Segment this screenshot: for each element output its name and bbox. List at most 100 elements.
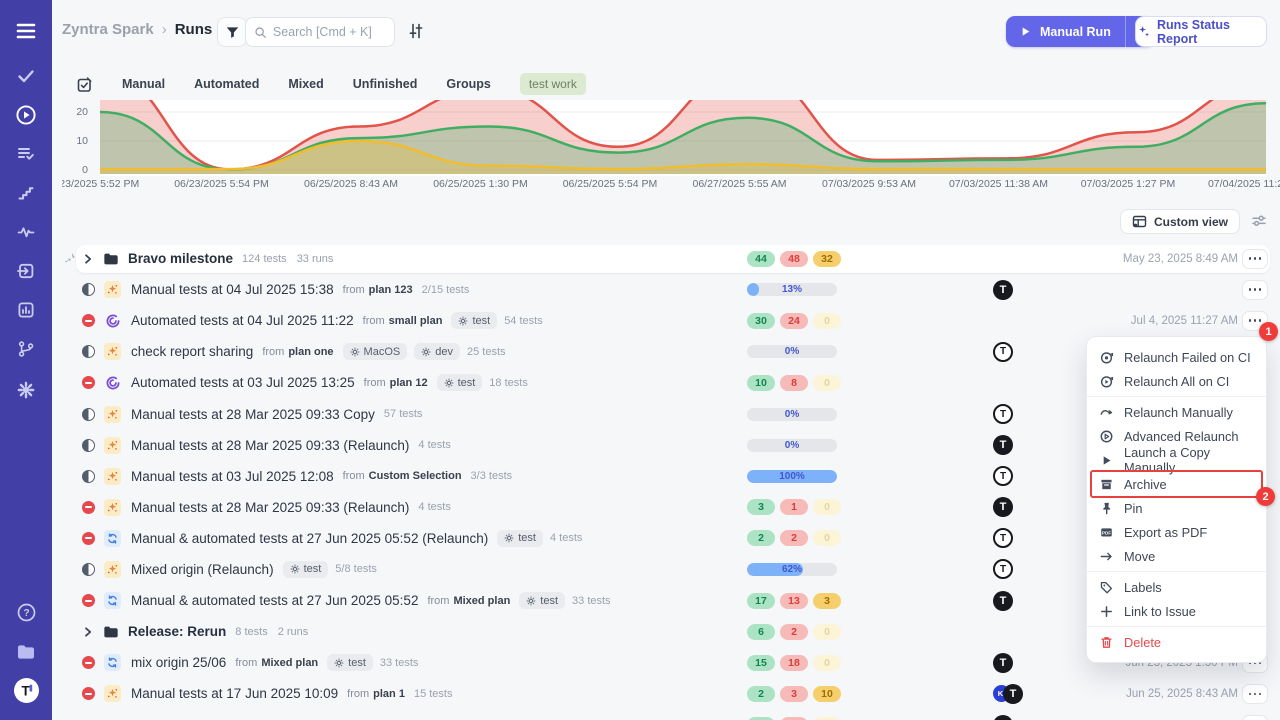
run-title[interactable]: mix origin 25/06 [131, 655, 226, 670]
from-plan-name[interactable]: plan one [288, 346, 333, 358]
menu-item-pin[interactable]: Pin [1087, 496, 1266, 520]
menu-item-delete[interactable]: Delete [1087, 630, 1266, 654]
avatar[interactable]: T [993, 528, 1013, 548]
more-actions-button[interactable] [1242, 249, 1268, 269]
tag-pill[interactable]: test [451, 312, 497, 329]
run-title[interactable]: Automated tests at 04 Jul 2025 11:22 [131, 313, 354, 328]
from-plan-name[interactable]: Custom Selection [369, 470, 462, 482]
tag-pill[interactable]: test [327, 654, 373, 671]
tag-pill[interactable]: test [497, 530, 543, 547]
run-title[interactable]: Manual & automated tests at 27 Jun 2025 … [131, 531, 488, 546]
tag-pill[interactable]: test [283, 561, 329, 578]
tab-mixed[interactable]: Mixed [288, 77, 323, 91]
annotation-step-2: 2 [1256, 487, 1275, 506]
list-settings-sliders-icon[interactable] [1251, 213, 1267, 229]
run-row[interactable]: T [52, 709, 1280, 720]
avatar[interactable]: T [993, 280, 1013, 300]
run-title[interactable]: Manual tests at 28 Mar 2025 09:33 (Relau… [131, 500, 409, 515]
avatar[interactable]: T [1003, 684, 1023, 704]
user-avatar[interactable]: T [0, 676, 52, 704]
sidebar-item-branches[interactable] [0, 335, 52, 363]
tab-unfinished[interactable]: Unfinished [353, 77, 418, 91]
tag-pill[interactable]: dev [414, 343, 460, 360]
sidebar-item-reports[interactable] [0, 296, 52, 324]
menu-item-relaunch-failed-on-ci[interactable]: Relaunch Failed on CI [1087, 345, 1266, 369]
run-row[interactable]: Manual tests at 17 Jun 2025 10:09frompla… [52, 678, 1280, 709]
tab-manual[interactable]: Manual [122, 77, 165, 91]
sidebar-item-plans[interactable] [0, 140, 52, 168]
run-title[interactable]: Manual tests at 04 Jul 2025 15:38 [131, 282, 334, 297]
passed-count-badge: 10 [747, 375, 775, 391]
display-settings-sliders-icon[interactable] [407, 22, 425, 45]
from-plan-name[interactable]: Mixed plan [261, 657, 318, 669]
avatar[interactable]: T [993, 653, 1013, 673]
avatar[interactable]: T [993, 466, 1013, 486]
run-title[interactable]: check report sharing [131, 344, 253, 359]
hamburger-menu-icon[interactable] [0, 17, 52, 45]
menu-item-relaunch-manually[interactable]: Relaunch Manually [1087, 400, 1266, 424]
tag-pill[interactable]: MacOS [343, 343, 408, 360]
sidebar-item-milestones[interactable] [0, 179, 52, 207]
avatar[interactable]: T [993, 435, 1013, 455]
menu-item-export-as-pdf[interactable]: PDFExport as PDF [1087, 520, 1266, 544]
tag-pill[interactable]: test [437, 374, 483, 391]
from-plan-name[interactable]: plan 1 [373, 688, 405, 700]
search-input[interactable] [273, 25, 386, 39]
tag-pill[interactable]: test [519, 592, 565, 609]
run-title[interactable]: Manual tests at 17 Jun 2025 10:09 [131, 686, 338, 701]
search-icon [254, 25, 267, 40]
run-row[interactable]: Automated tests at 04 Jul 2025 11:22from… [52, 305, 1280, 336]
active-filter-tag[interactable]: test work [520, 73, 586, 95]
tag-label: test [540, 595, 558, 607]
run-title[interactable]: Manual & automated tests at 27 Jun 2025 … [131, 593, 418, 608]
run-title[interactable]: Mixed origin (Relaunch) [131, 562, 274, 577]
runs-status-report-button[interactable]: Runs Status Report [1135, 16, 1267, 47]
menu-item-labels[interactable]: Labels [1087, 575, 1266, 599]
more-actions-button[interactable] [1242, 684, 1268, 704]
more-actions-button[interactable] [1242, 715, 1268, 720]
tab-groups[interactable]: Groups [446, 77, 490, 91]
select-runs-icon[interactable] [76, 76, 93, 93]
from-plan-name[interactable]: Mixed plan [453, 595, 510, 607]
sidebar-item-tests[interactable] [0, 62, 52, 90]
run-date: May 23, 2025 8:49 AM [1123, 253, 1238, 265]
manual-run-button[interactable]: Manual Run [1006, 16, 1155, 47]
run-title[interactable]: Manual tests at 03 Jul 2025 12:08 [131, 469, 334, 484]
avatar[interactable]: T [993, 404, 1013, 424]
avatar[interactable]: T [993, 715, 1013, 720]
group-row[interactable]: Bravo milestone124 tests33 runs444832May… [52, 243, 1280, 274]
from-plan-name[interactable]: small plan [389, 315, 443, 327]
breadcrumb-project[interactable]: Zyntra Spark [62, 21, 154, 38]
expand-chevron-icon[interactable] [82, 253, 94, 265]
avatar[interactable]: T [993, 342, 1013, 362]
avatar[interactable]: T [993, 497, 1013, 517]
menu-item-archive[interactable]: Archive [1087, 472, 1266, 496]
avatar[interactable]: T [993, 559, 1013, 579]
custom-view-button[interactable]: Custom view [1120, 209, 1240, 234]
filter-funnel-button[interactable] [217, 17, 247, 47]
view-bar: Custom view [52, 207, 1280, 237]
expand-chevron-icon[interactable] [82, 626, 94, 638]
menu-item-move[interactable]: Move [1087, 544, 1266, 568]
row-stats: 0% [747, 439, 837, 452]
manual-origin-icon [104, 406, 121, 423]
help-icon[interactable]: ? [0, 598, 52, 626]
sidebar-item-import[interactable] [0, 257, 52, 285]
avatar[interactable]: T [993, 591, 1013, 611]
menu-item-link-to-issue[interactable]: Link to Issue [1087, 599, 1266, 623]
more-actions-button[interactable] [1242, 280, 1268, 300]
menu-item-launch-a-copy-manually[interactable]: Launch a Copy Manually [1087, 448, 1266, 472]
run-title[interactable]: Automated tests at 03 Jul 2025 13:25 [131, 375, 355, 390]
sidebar-item-analytics[interactable] [0, 218, 52, 246]
projects-folder-icon[interactable] [0, 638, 52, 666]
run-title[interactable]: Manual tests at 28 Mar 2025 09:33 (Relau… [131, 438, 409, 453]
run-title[interactable]: Manual tests at 28 Mar 2025 09:33 Copy [131, 407, 375, 422]
sidebar-item-runs-active[interactable] [0, 101, 52, 129]
from-plan-name[interactable]: plan 12 [390, 377, 428, 389]
run-row[interactable]: Manual tests at 04 Jul 2025 15:38frompla… [52, 274, 1280, 305]
menu-item-relaunch-all-on-ci[interactable]: Relaunch All on CI [1087, 369, 1266, 393]
launch-copy-icon [1099, 453, 1114, 468]
tab-automated[interactable]: Automated [194, 77, 259, 91]
from-plan-name[interactable]: plan 123 [369, 284, 413, 296]
sidebar-item-settings-gear-icon[interactable] [0, 376, 52, 404]
